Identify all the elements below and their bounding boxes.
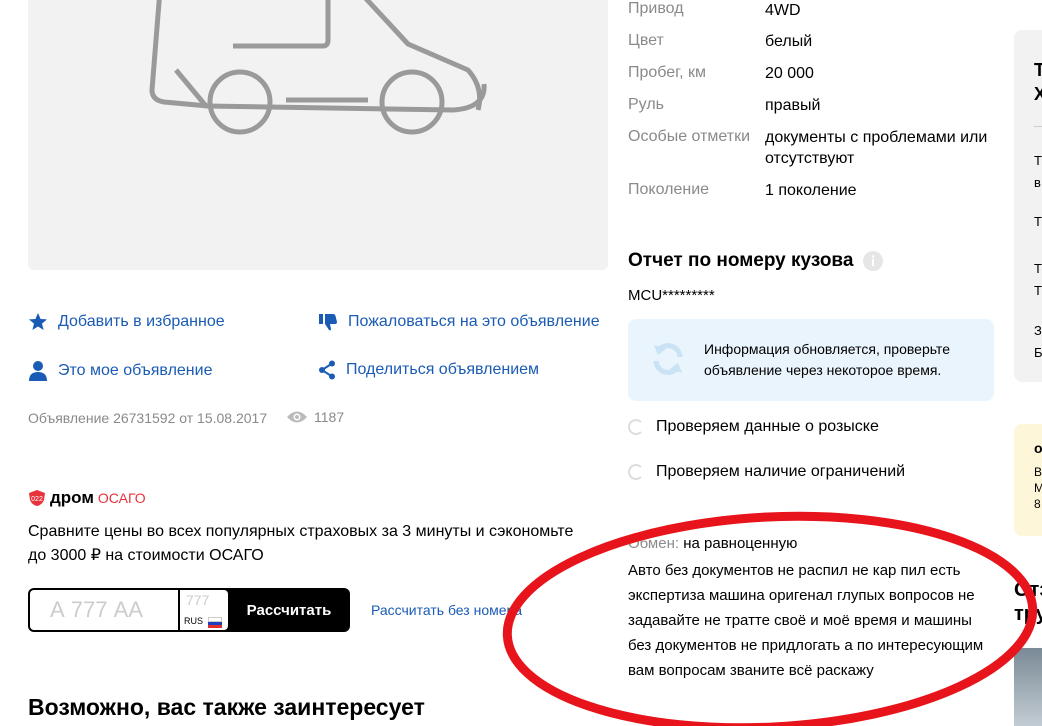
check-restrictions-label: Проверяем наличие ограничений bbox=[656, 463, 906, 480]
osago-brand: дром bbox=[50, 488, 94, 507]
drom-osago-logo: 022 дром ОСАГО bbox=[28, 488, 146, 508]
car-photo-placeholder[interactable] bbox=[28, 0, 608, 270]
report-listing-button[interactable]: Пожаловаться на это объявление bbox=[318, 312, 600, 332]
calculate-button[interactable]: Рассчитать bbox=[228, 588, 350, 632]
region-placeholder: 777 bbox=[186, 592, 210, 608]
sidebar-line-1: Т в bbox=[1034, 153, 1042, 190]
report-update-info: Информация обновляется, проверьте объявл… bbox=[628, 319, 994, 401]
reviews-heading-partial: Отз тру bbox=[1014, 579, 1042, 625]
car-silhouette-icon bbox=[149, 0, 487, 135]
views-counter: 1187 bbox=[286, 409, 344, 425]
exchange-label: Обмен: bbox=[628, 535, 680, 552]
review-thumbnail-partial[interactable] bbox=[1014, 648, 1042, 726]
share-listing-label: Поделиться объявлением bbox=[346, 361, 540, 378]
spec-label-mileage: Пробег, км bbox=[628, 64, 706, 81]
star-icon bbox=[29, 313, 47, 330]
spec-value-color: белый bbox=[765, 33, 813, 50]
views-count: 1187 bbox=[314, 409, 345, 425]
spec-value-wheel: правый bbox=[765, 97, 821, 114]
loading-spinner-icon bbox=[628, 419, 644, 435]
spec-label-notes: Особые отметки bbox=[628, 128, 751, 145]
exchange-row: Обмен: на равноценную bbox=[628, 535, 797, 552]
report-update-text: Информация обновляется, проверьте объявл… bbox=[704, 341, 950, 378]
seller-description: Авто без документов не распил не кар пил… bbox=[628, 562, 984, 679]
check-wanted-label: Проверяем данные о розыске bbox=[656, 418, 879, 435]
add-to-favorites-button[interactable]: Добавить в избранное bbox=[28, 312, 225, 332]
russia-flag-icon bbox=[208, 617, 222, 628]
plate-input-group: А 777 АА 777 RUS Рассчитать bbox=[28, 588, 350, 632]
report-listing-label: Пожаловаться на это объявление bbox=[348, 313, 600, 330]
body-number: MCU********* bbox=[628, 287, 715, 304]
spec-value-drive: 4WD bbox=[765, 2, 801, 19]
spec-value-mileage: 20 000 bbox=[765, 65, 814, 82]
listing-id-date: Объявление 26731592 от 15.08.2017 bbox=[28, 410, 268, 426]
osago-description: Сравните цены во всех популярных страхов… bbox=[28, 523, 574, 564]
spec-label-color: Цвет bbox=[628, 32, 664, 49]
info-icon[interactable] bbox=[863, 251, 884, 271]
user-icon bbox=[29, 361, 47, 381]
loading-spinner-icon bbox=[628, 464, 644, 480]
spec-value-notes: документы с проблемами или отсутствуют bbox=[765, 129, 988, 167]
plate-number-input[interactable]: А 777 АА bbox=[30, 590, 178, 630]
body-report-header: Отчет по номеру кузова bbox=[628, 250, 884, 272]
osago-brand-suffix: ОСАГО bbox=[97, 490, 146, 506]
share-icon bbox=[319, 360, 335, 380]
my-listing-button[interactable]: Это мое объявление bbox=[28, 360, 212, 382]
eye-icon bbox=[287, 411, 307, 423]
svg-text:022: 022 bbox=[31, 496, 43, 503]
sidebar-card-partial: Т Х Т в Т Т Т З Б bbox=[1014, 30, 1042, 382]
add-to-favorites-label: Добавить в избранное bbox=[58, 313, 225, 330]
sidebar-line-4: З Б bbox=[1034, 323, 1042, 360]
spec-label-generation: Поколение bbox=[628, 181, 710, 198]
check-wanted: Проверяем данные о розыске bbox=[628, 418, 879, 436]
osago-shield-icon: 022 bbox=[29, 490, 45, 506]
thumbs-down-icon bbox=[319, 314, 337, 331]
my-listing-label: Это мое объявление bbox=[58, 362, 213, 379]
body-report-title: Отчет по номеру кузова bbox=[628, 250, 854, 271]
plate-region-input[interactable]: 777 RUS bbox=[180, 590, 228, 630]
exchange-value: на равноценную bbox=[683, 535, 798, 552]
yellow-card-title: о bbox=[1034, 440, 1042, 456]
region-country: RUS bbox=[184, 616, 204, 626]
sidebar-line-3: Т Т bbox=[1034, 261, 1042, 298]
spec-label-drive: Привод bbox=[628, 0, 684, 17]
sidebar-card-title: Т Х bbox=[1034, 60, 1042, 104]
share-listing-button[interactable]: Поделиться объявлением bbox=[318, 360, 539, 380]
recommendations-heading: Возможно, вас также заинтересует bbox=[28, 694, 425, 720]
check-restrictions: Проверяем наличие ограничений bbox=[628, 463, 905, 481]
sidebar-line-2: Т bbox=[1034, 214, 1042, 229]
spec-label-wheel: Руль bbox=[628, 96, 664, 113]
sidebar-divider bbox=[1034, 126, 1042, 127]
spec-value-generation-link[interactable]: 1 поколение bbox=[765, 180, 857, 201]
refresh-icon bbox=[653, 343, 683, 375]
calculate-without-plate-link[interactable]: Рассчитать без номера bbox=[371, 602, 522, 618]
yellow-card-text: В М 8 bbox=[1034, 465, 1042, 511]
sidebar-yellow-card-partial: о В М 8 bbox=[1014, 424, 1042, 536]
